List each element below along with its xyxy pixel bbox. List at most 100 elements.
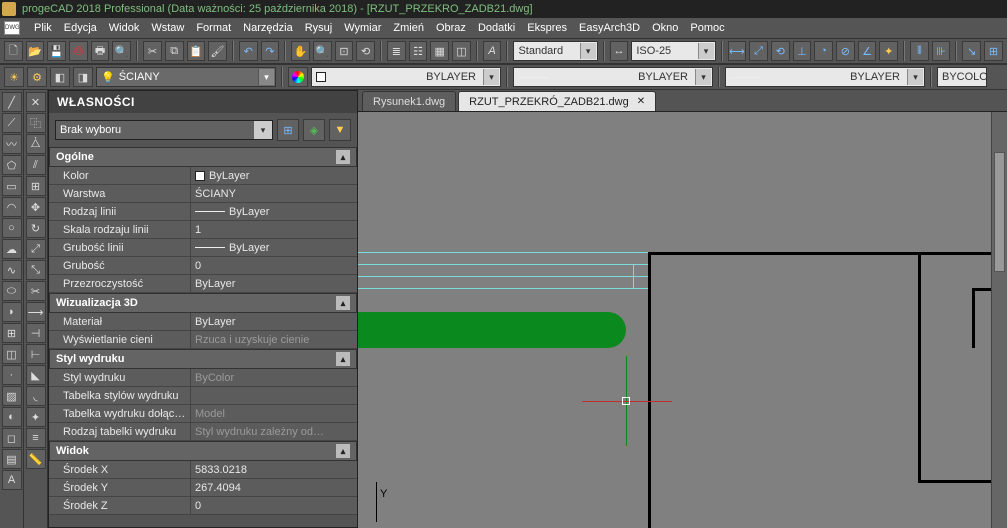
spline-icon[interactable]: ∿ (2, 260, 22, 280)
filter-icon[interactable]: ▼ (329, 119, 351, 141)
menu-dodatki[interactable]: Dodatki (472, 22, 521, 34)
lineweight-combo[interactable]: BYLAYER ▾ (725, 67, 925, 87)
menu-okno[interactable]: Okno (646, 22, 684, 34)
save-icon[interactable]: 💾 (47, 41, 66, 61)
layer-manager-icon[interactable]: ☀ (4, 67, 24, 87)
explode-icon[interactable]: ✦ (26, 407, 46, 427)
pdf-icon[interactable]: ⎙ (69, 41, 88, 61)
stretch-icon[interactable]: ⤡ (26, 260, 46, 280)
polygon-icon[interactable]: ⬠ (2, 155, 22, 175)
prop-value[interactable]: ByLayer (191, 203, 357, 220)
menu-wymiar[interactable]: Wymiar (338, 22, 387, 34)
extend-icon[interactable]: ⟶ (26, 302, 46, 322)
dropdown-icon[interactable]: ▾ (907, 69, 923, 85)
dim-angular-icon[interactable]: ∠ (858, 41, 877, 61)
dim-radius-icon[interactable]: ◔ (814, 41, 833, 61)
prop-value[interactable]: ByLayer (191, 167, 357, 184)
insert-icon[interactable]: ⊞ (2, 323, 22, 343)
dim-diameter-icon[interactable]: ⊘ (836, 41, 855, 61)
layer-state-icon[interactable]: ⚙ (27, 67, 47, 87)
gradient-icon[interactable]: ◐ (2, 407, 22, 427)
prop-value[interactable]: ByLayer (191, 313, 357, 330)
menu-ekspres[interactable]: Ekspres (521, 22, 573, 34)
align-icon[interactable]: ≡ (26, 428, 46, 448)
menu-rysuj[interactable]: Rysuj (299, 22, 339, 34)
paste-icon[interactable]: 📋 (187, 41, 206, 61)
zoom-prev-icon[interactable]: ⟲ (356, 41, 375, 61)
dim-baseline-icon[interactable]: ⫴ (910, 41, 929, 61)
dim-arc-icon[interactable]: ⟲ (771, 41, 790, 61)
group-viz3d[interactable]: Wizualizacja 3D▴ (49, 293, 357, 313)
layer-prev-icon[interactable]: ◧ (50, 67, 70, 87)
rotate-icon[interactable]: ↻ (26, 218, 46, 238)
menu-edycja[interactable]: Edycja (58, 22, 103, 34)
arc-icon[interactable]: ◠ (2, 197, 22, 217)
ellipse-icon[interactable]: ⬭ (2, 281, 22, 301)
trim-icon[interactable]: ✂ (26, 281, 46, 301)
select-objects-icon[interactable]: ◈ (303, 119, 325, 141)
viewport[interactable]: Y (358, 112, 1007, 528)
copy-icon[interactable]: ⧉ (165, 41, 184, 61)
ellipse-arc-icon[interactable]: ◗ (2, 302, 22, 322)
linetype-combo[interactable]: BYLAYER ▾ (513, 67, 713, 87)
dim-linear-icon[interactable]: ⟷ (728, 41, 747, 61)
text-style-icon[interactable]: A (483, 41, 502, 61)
close-icon[interactable]: ✕ (637, 96, 645, 107)
menu-obraz[interactable]: Obraz (430, 22, 472, 34)
dim-ordinate-icon[interactable]: ⊥ (793, 41, 812, 61)
collapse-icon[interactable]: ▴ (336, 150, 350, 164)
file-tab-active[interactable]: RZUT_PRZEKRÓ_ZADB21.dwg✕ (458, 91, 656, 111)
prop-value[interactable]: Styl wydruku zależny od… (191, 423, 357, 440)
circle-icon[interactable]: ○ (2, 218, 22, 238)
undo-icon[interactable]: ↶ (239, 41, 258, 61)
dim-continue-icon[interactable]: ⊪ (932, 41, 951, 61)
layers-icon[interactable]: ≣ (387, 41, 406, 61)
prop-value[interactable]: 5833.0218 (191, 461, 357, 478)
region-icon[interactable]: ◻ (2, 428, 22, 448)
toolpal-icon[interactable]: ▦ (430, 41, 449, 61)
dim-quick-icon[interactable]: ✦ (879, 41, 898, 61)
mirror-icon[interactable]: ⧊ (26, 134, 46, 154)
prop-value[interactable] (191, 387, 357, 404)
dim-aligned-icon[interactable]: ⤢ (749, 41, 768, 61)
zoom-win-icon[interactable]: ⊡ (335, 41, 354, 61)
scale-icon[interactable]: ⤢ (26, 239, 46, 259)
chamfer-icon[interactable]: ◣ (26, 365, 46, 385)
offset-icon[interactable]: ⫽ (26, 155, 46, 175)
hatch-icon[interactable]: ▨ (2, 386, 22, 406)
dropdown-icon[interactable]: ▾ (698, 43, 714, 59)
cut-icon[interactable]: ✂ (143, 41, 162, 61)
prop-value[interactable]: 267.4094 (191, 479, 357, 496)
mtext-icon[interactable]: A (2, 470, 22, 490)
menu-widok[interactable]: Widok (103, 22, 146, 34)
menu-wstaw[interactable]: Wstaw (145, 22, 190, 34)
collapse-icon[interactable]: ▴ (336, 296, 350, 310)
new-icon[interactable]: 🗋 (4, 41, 23, 61)
line-icon[interactable]: ╱ (2, 92, 22, 112)
collapse-icon[interactable]: ▴ (336, 444, 350, 458)
group-view[interactable]: Widok▴ (49, 441, 357, 461)
prop-value[interactable]: 1 (191, 221, 357, 238)
menu-zmien[interactable]: Zmień (387, 22, 430, 34)
dim-leader-icon[interactable]: ↘ (962, 41, 981, 61)
properties-icon[interactable]: ☷ (409, 41, 428, 61)
prop-value[interactable]: ŚCIANY (191, 185, 357, 202)
matchprop-icon[interactable]: 🖌 (208, 41, 227, 61)
dropdown-icon[interactable]: ▾ (254, 121, 272, 139)
dropdown-icon[interactable]: ▾ (258, 69, 274, 85)
array-icon[interactable]: ⊞ (26, 176, 46, 196)
group-plot[interactable]: Styl wydruku▴ (49, 349, 357, 369)
block-icon[interactable]: ◫ (2, 344, 22, 364)
prop-value[interactable]: ByLayer (191, 239, 357, 256)
menu-easyarch3d[interactable]: EasyArch3D (573, 22, 646, 34)
move-icon[interactable]: ✥ (26, 197, 46, 217)
open-icon[interactable]: 📂 (26, 41, 45, 61)
preview-icon[interactable]: 🔍 (112, 41, 131, 61)
break-icon[interactable]: ⊣ (26, 323, 46, 343)
file-tab[interactable]: Rysunek1.dwg (362, 91, 456, 111)
rectangle-icon[interactable]: ▭ (2, 176, 22, 196)
menu-narzedzia[interactable]: Narzędzia (237, 22, 299, 34)
revcloud-icon[interactable]: ☁ (2, 239, 22, 259)
pan-icon[interactable]: ✋ (291, 41, 310, 61)
menu-plik[interactable]: Plik (28, 22, 58, 34)
